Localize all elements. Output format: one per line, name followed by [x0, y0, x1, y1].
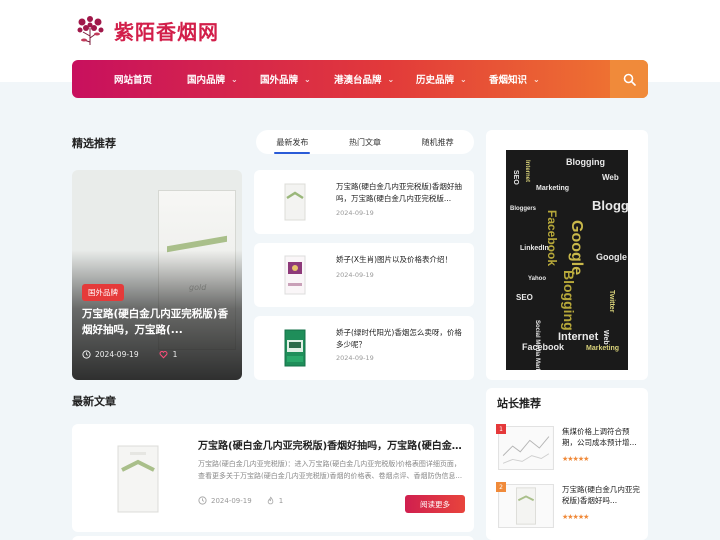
category-badge[interactable]: 国外品牌 [82, 284, 124, 301]
nav-item-label: 网站首页 [114, 75, 153, 86]
word-cloud-word: Blogging [561, 270, 577, 331]
tab-popular[interactable]: 热门文章 [345, 137, 385, 148]
word-cloud-word: SEO [516, 293, 533, 302]
featured-title: 精选推荐 [72, 137, 116, 150]
word-cloud-word: Facebook [522, 342, 565, 352]
clock-icon [198, 496, 207, 505]
cigarette-pack-thumb [284, 183, 306, 221]
latest-article-card[interactable]: 万宝路(硬白金几内亚完税版)香烟好抽吗，万宝路(硬白金... 万宝路(硬白金几内… [72, 424, 474, 532]
word-cloud-word: Marketing [536, 185, 569, 192]
chevron-down-icon: ⌄ [304, 74, 311, 84]
word-cloud-word: Internet [558, 331, 599, 343]
latest-article-title[interactable]: 万宝路(硬白金几内亚完税版)香烟好抽吗，万宝路(硬白金... [198, 437, 463, 452]
featured-main-meta: 2024-09-19 1 [82, 350, 177, 359]
cigarette-pack-thumb [498, 484, 554, 528]
featured-main-date: 2024-09-19 [95, 350, 139, 359]
nav-item-label: 历史品牌 [416, 75, 455, 86]
nav-item-knowledge[interactable]: 香烟知识 ⌄ [489, 60, 540, 98]
list-item-title[interactable]: 娇子(绿时代阳光)香烟怎么卖呀，价格多少呢？ [336, 327, 468, 351]
latest-article-meta: 2024-09-19 1 [198, 496, 283, 505]
latest-article-excerpt: 万宝路(硬白金几内亚完税版)：进入万宝路(硬白金几内亚完税版)价格表图详细页面，… [198, 460, 463, 480]
list-item[interactable]: 娇子(绿时代阳光)香烟怎么卖呀，价格多少呢？ 2024-09-19 [254, 316, 474, 380]
word-cloud-word: Bloggers [592, 198, 628, 213]
nav-item-foreign[interactable]: 国外品牌 ⌄ [260, 60, 311, 98]
word-cloud-word: Blogging [566, 157, 605, 167]
search-button[interactable] [610, 60, 648, 98]
rating-stars: ★★★★★ [562, 455, 589, 463]
latest-article-date: 2024-09-19 [211, 496, 252, 505]
next-article-card-edge [72, 536, 474, 540]
cigarette-pack-thumb [284, 255, 306, 295]
nav-item-history[interactable]: 历史品牌 ⌄ [416, 60, 467, 98]
read-more-button[interactable]: 阅读更多 [405, 495, 465, 513]
site-name: 紫陌香烟网 [114, 19, 219, 44]
featured-main-card[interactable]: gold 国外品牌 万宝路(硬白金几内亚完税版)香烟好抽吗，万宝路(... 20… [72, 170, 242, 380]
rank-badge: 2 [496, 482, 506, 492]
recommend-title: 站长推荐 [497, 397, 541, 410]
chevron-down-icon: ⌄ [460, 74, 467, 84]
cigarette-pack-thumb [284, 329, 306, 367]
word-cloud-word: Web [602, 330, 609, 345]
recommend-box: 站长推荐 1 焦煤价格上调符合预期，公司成本预计增... ★★★★★ 2 万宝路… [486, 388, 648, 540]
word-cloud-word: Google [568, 220, 585, 275]
word-cloud-word: Marketing [586, 345, 619, 352]
word-cloud-word: LinkedIn [520, 245, 549, 252]
latest-article-likes: 1 [278, 496, 284, 505]
recommend-item[interactable]: 2 万宝路(硬白金几内亚完税版)香烟好吗... ★★★★★ [496, 482, 640, 534]
word-cloud-word: Bloggers [510, 206, 537, 212]
chevron-down-icon: ⌄ [387, 74, 395, 84]
nav-item-home[interactable]: 网站首页 [114, 60, 152, 98]
flame-icon [267, 496, 274, 505]
word-cloud-word: Internet [524, 160, 530, 182]
sidebar-ad-box: SEO Internet Marketing Facebook Blogging Goog… [486, 130, 648, 380]
latest-title: 最新文章 [72, 395, 116, 408]
list-item-date: 2024-09-19 [336, 209, 374, 217]
chart-thumbnail [498, 426, 554, 470]
word-cloud: SEO InternetMarketingFacebookBloggingGoog… [510, 157, 628, 370]
nav-item-label: 国外品牌 [260, 75, 299, 86]
list-item-date: 2024-09-19 [336, 354, 374, 362]
main-nav: 网站首页 国内品牌 ⌄ 国外品牌 ⌄ 港澳台品牌 ⌄ 历史品牌 ⌄ 香烟知识 ⌄ [72, 60, 648, 98]
nav-item-label: 国内品牌 [187, 75, 226, 86]
recommend-item[interactable]: 1 焦煤价格上调符合预期，公司成本预计增... ★★★★★ [496, 424, 637, 476]
search-icon [623, 73, 636, 86]
word-cloud-word: Google [596, 252, 627, 262]
chevron-down-icon: ⌄ [533, 74, 540, 84]
word-cloud-word: SEO [512, 170, 519, 185]
featured-main-title[interactable]: 万宝路(硬白金几内亚完税版)香烟好抽吗，万宝路(... [82, 306, 234, 338]
nav-item-domestic[interactable]: 国内品牌 ⌄ [187, 60, 238, 98]
recommend-item-title[interactable]: 焦煤价格上调符合预期，公司成本预计增... [562, 426, 644, 448]
heart-icon [159, 351, 168, 359]
word-cloud-word: Facebook [545, 210, 559, 266]
rating-stars: ★★★★★ [562, 513, 589, 521]
tab-latest[interactable]: 最新发布 [272, 137, 312, 154]
nav-item-label: 港澳台品牌 [334, 75, 382, 86]
list-item-date: 2024-09-19 [336, 271, 374, 279]
nav-item-hk-macau-tw[interactable]: 港澳台品牌 ⌄ [334, 60, 394, 98]
word-cloud-word: Web [602, 173, 619, 182]
site-logo[interactable]: 紫陌香烟网 [72, 12, 219, 48]
featured-tabs: 最新发布 热门文章 随机推荐 [256, 130, 474, 154]
flower-logo-icon [77, 16, 104, 45]
clock-icon [82, 350, 91, 359]
nav-item-label: 香烟知识 [489, 75, 528, 86]
cigarette-pack-thumb [117, 445, 159, 513]
chevron-down-icon: ⌄ [231, 74, 238, 84]
list-item-title[interactable]: 万宝路(硬白金几内亚完税版)香烟好抽吗，万宝路(硬白金几内亚完税版... [336, 181, 468, 205]
list-item[interactable]: 万宝路(硬白金几内亚完税版)香烟好抽吗，万宝路(硬白金几内亚完税版... 202… [254, 170, 474, 234]
seo-word-cloud-image[interactable]: SEO Internet Marketing Facebook Blogging Goog… [506, 150, 628, 370]
word-cloud-word: Twitter [608, 290, 615, 313]
rank-badge: 1 [496, 424, 506, 434]
list-item[interactable]: 娇子(X生肖)图片以及价格表介绍！ 2024-09-19 [254, 243, 474, 307]
tab-random[interactable]: 随机推荐 [418, 137, 458, 148]
recommend-item-title[interactable]: 万宝路(硬白金几内亚完税版)香烟好吗... [562, 484, 644, 506]
word-cloud-word: Yahoo [528, 276, 546, 282]
featured-main-likes: 1 [172, 350, 178, 359]
